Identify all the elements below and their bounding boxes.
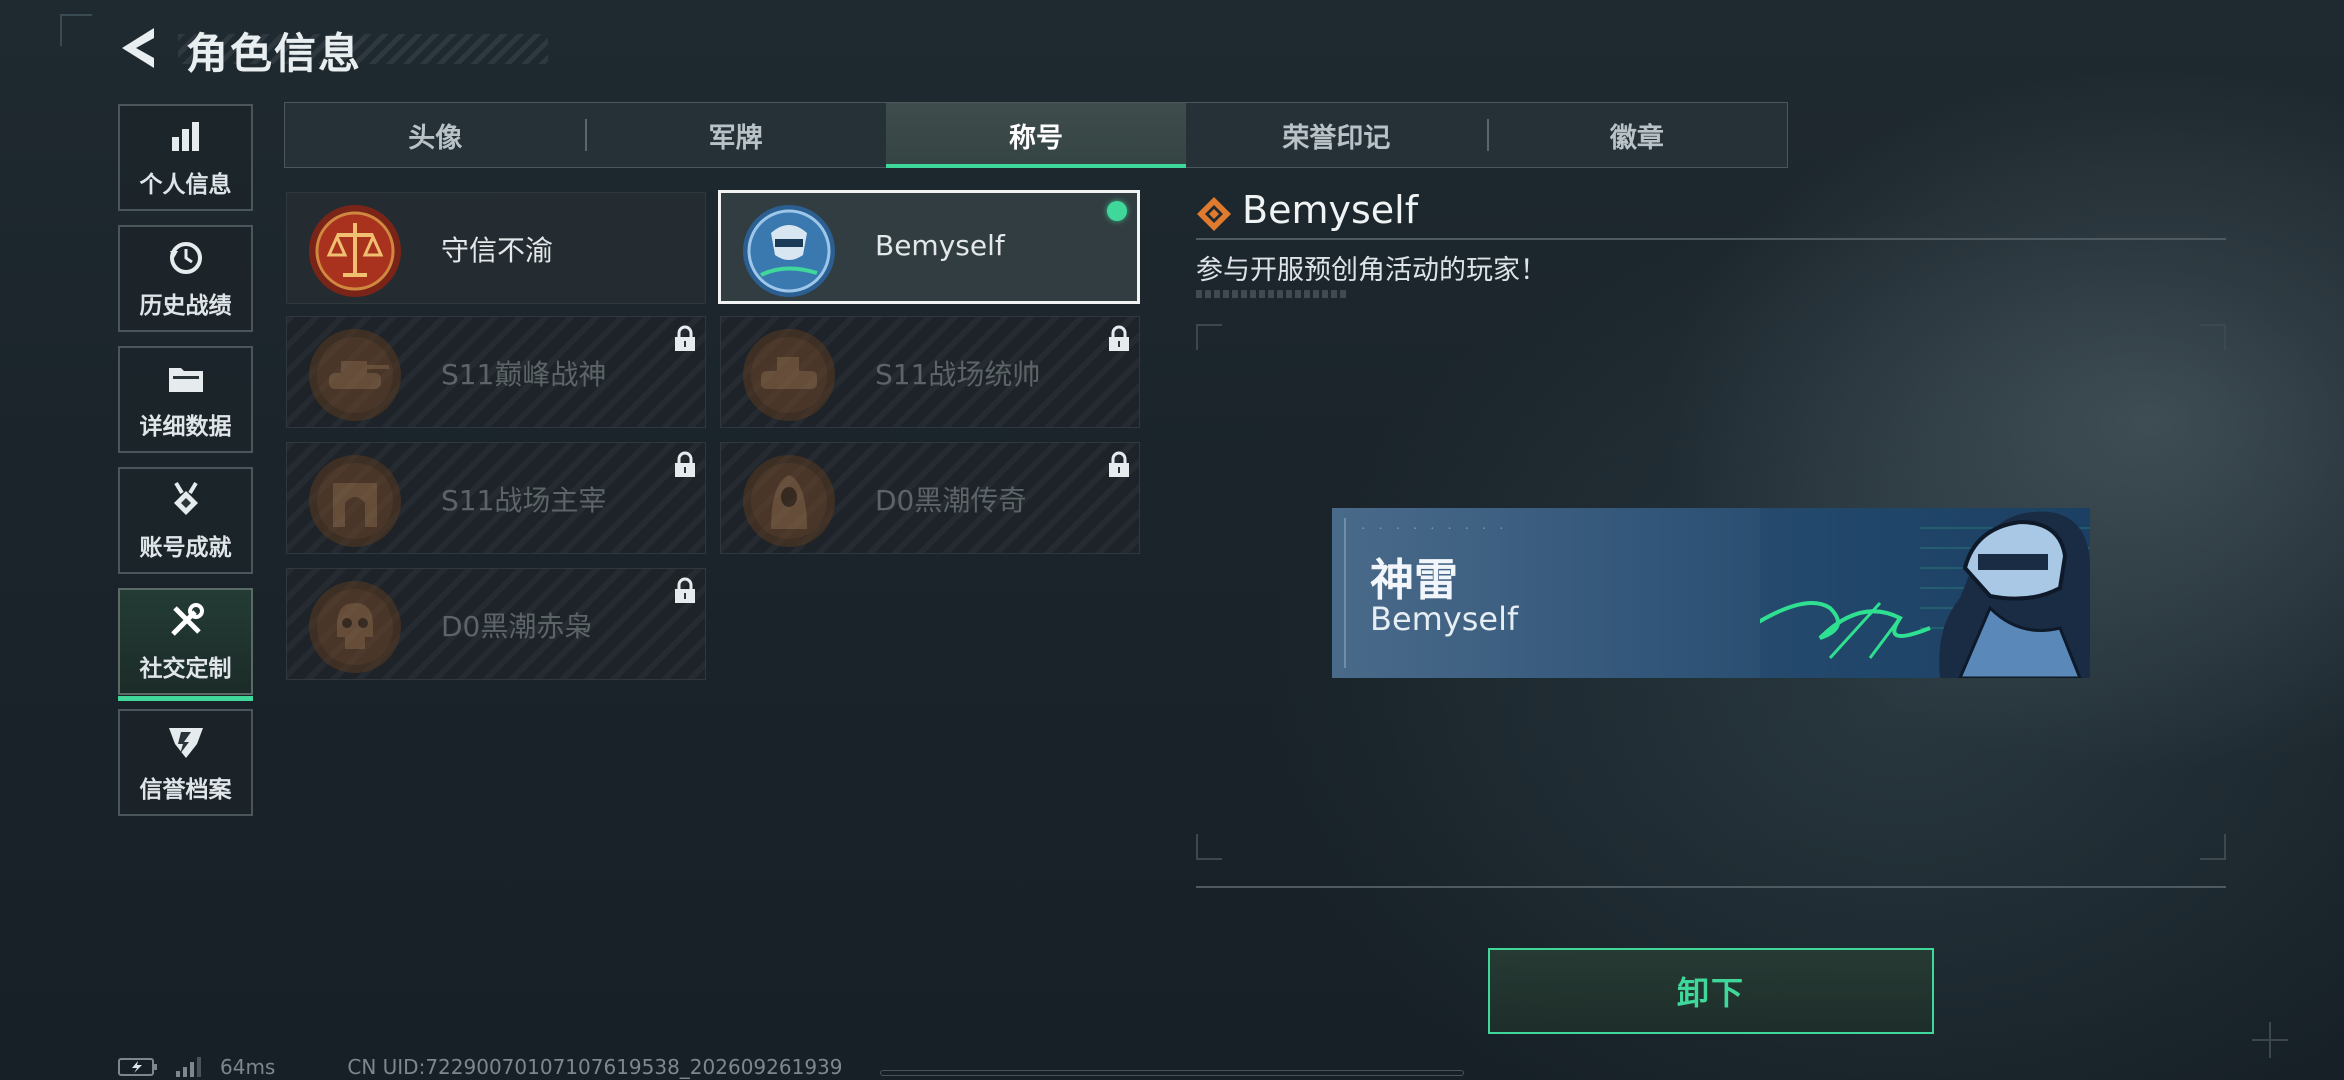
divider: [1196, 886, 2226, 888]
decorative-strip: [1196, 290, 1348, 298]
selected-title-description: 参与开服预创角活动的玩家！: [1196, 255, 1547, 286]
tab-badge[interactable]: 徽章: [1486, 103, 1787, 167]
tools-icon: [166, 601, 206, 641]
medal-icon: [166, 480, 206, 520]
title-card-label: D0黑潮赤枭: [441, 610, 593, 643]
sidebar-item-detailed-data[interactable]: 详细数据: [118, 346, 253, 453]
lock-icon: [675, 451, 695, 477]
preview-frame-corner: [1196, 834, 1222, 860]
corner-decoration: [60, 14, 92, 46]
sidebar-item-label: 历史战绩: [139, 292, 232, 319]
unequip-button[interactable]: 卸下: [1488, 948, 1934, 1034]
shield-emblem-icon: [166, 722, 206, 762]
arch-badge-icon: [309, 455, 401, 547]
sidebar-item-label: 个人信息: [139, 171, 232, 198]
title-card[interactable]: 守信不渝: [286, 192, 706, 304]
history-clock-icon: [166, 238, 206, 278]
diamond-icon: [1197, 197, 1231, 231]
scrollbar[interactable]: [880, 1070, 1464, 1076]
sidebar-item-history[interactable]: 历史战绩: [118, 225, 253, 332]
banner-title-en: Bemyself: [1370, 600, 1519, 638]
hooded-figure-badge-icon: [743, 455, 835, 547]
lock-icon: [675, 577, 695, 603]
preview-frame-corner: [2200, 324, 2226, 350]
sidebar-item-label: 社交定制: [139, 655, 232, 682]
divider: [1196, 238, 2226, 240]
sidebar-item-social-custom[interactable]: 社交定制: [118, 588, 253, 701]
category-tabs: 头像 军牌 称号 荣誉印记 徽章: [284, 102, 1788, 168]
equipped-indicator: [1107, 201, 1127, 221]
title-card-label: S11战场统帅: [875, 358, 1041, 391]
title-card-locked[interactable]: D0黑潮赤枭: [286, 568, 706, 680]
title-card-label: S11巅峰战神: [441, 358, 607, 391]
tab-dog-tag[interactable]: 军牌: [585, 103, 885, 167]
apc-badge-icon: [743, 329, 835, 421]
sidebar-item-achievements[interactable]: 账号成就: [118, 467, 253, 574]
lock-icon: [675, 325, 695, 351]
preview-frame-corner: [2200, 834, 2226, 860]
sidebar-item-label: 详细数据: [139, 413, 232, 440]
title-card-locked[interactable]: S11巅峰战神: [286, 316, 706, 428]
page-title: 角色信息: [186, 29, 363, 78]
bemyself-badge-icon: [743, 205, 835, 297]
crosshair-icon: [2252, 1022, 2288, 1058]
signal-icon: [176, 1057, 201, 1077]
title-card-selected[interactable]: Bemyself: [718, 190, 1140, 304]
scales-badge-icon: [309, 205, 401, 297]
soldier-signature-art: [1760, 508, 2090, 678]
title-card-label: 守信不渝: [441, 234, 554, 267]
tab-avatar[interactable]: 头像: [285, 103, 585, 167]
ping-value: 64ms: [220, 1055, 276, 1079]
title-card-locked[interactable]: D0黑潮传奇: [720, 442, 1140, 554]
preview-frame-corner: [1196, 324, 1222, 350]
skull-badge-icon: [309, 581, 401, 673]
unequip-button-label: 卸下: [1676, 974, 1745, 1012]
status-bar: 64ms CN UID:72290070107107619538_2026092…: [118, 1055, 843, 1079]
sidebar-item-label: 信誉档案: [139, 776, 232, 803]
title-card-locked[interactable]: S11战场统帅: [720, 316, 1140, 428]
back-button[interactable]: [116, 22, 160, 74]
banner-title-cn: 神雷: [1370, 555, 1458, 606]
tank-badge-icon: [309, 329, 401, 421]
title-banner-preview: · · · · · · · · · 神雷 Bemyself: [1332, 508, 2090, 678]
title-card-label: D0黑潮传奇: [875, 484, 1027, 517]
banner-hud-decoration: · · · · · · · · ·: [1360, 522, 1507, 535]
title-card-label: S11战场主宰: [441, 484, 607, 517]
tab-title[interactable]: 称号: [885, 103, 1187, 168]
title-card-label: Bemyself: [875, 229, 1005, 262]
back-arrow-icon: [122, 28, 154, 68]
sidebar-item-reputation[interactable]: 信誉档案: [118, 709, 253, 816]
bar-chart-icon: [166, 117, 206, 157]
lock-icon: [1109, 451, 1129, 477]
sidebar-item-personal-info[interactable]: 个人信息: [118, 104, 253, 211]
sidebar-item-label: 账号成就: [139, 534, 232, 561]
battery-icon: [118, 1058, 157, 1076]
user-uid: CN UID:72290070107107619538_202609261939: [347, 1055, 843, 1079]
tab-honor-mark[interactable]: 荣誉印记: [1186, 103, 1486, 167]
selected-title-name: Bemyself: [1242, 188, 1419, 232]
lock-icon: [1109, 325, 1129, 351]
title-card-locked[interactable]: S11战场主宰: [286, 442, 706, 554]
folder-icon: [166, 359, 206, 399]
